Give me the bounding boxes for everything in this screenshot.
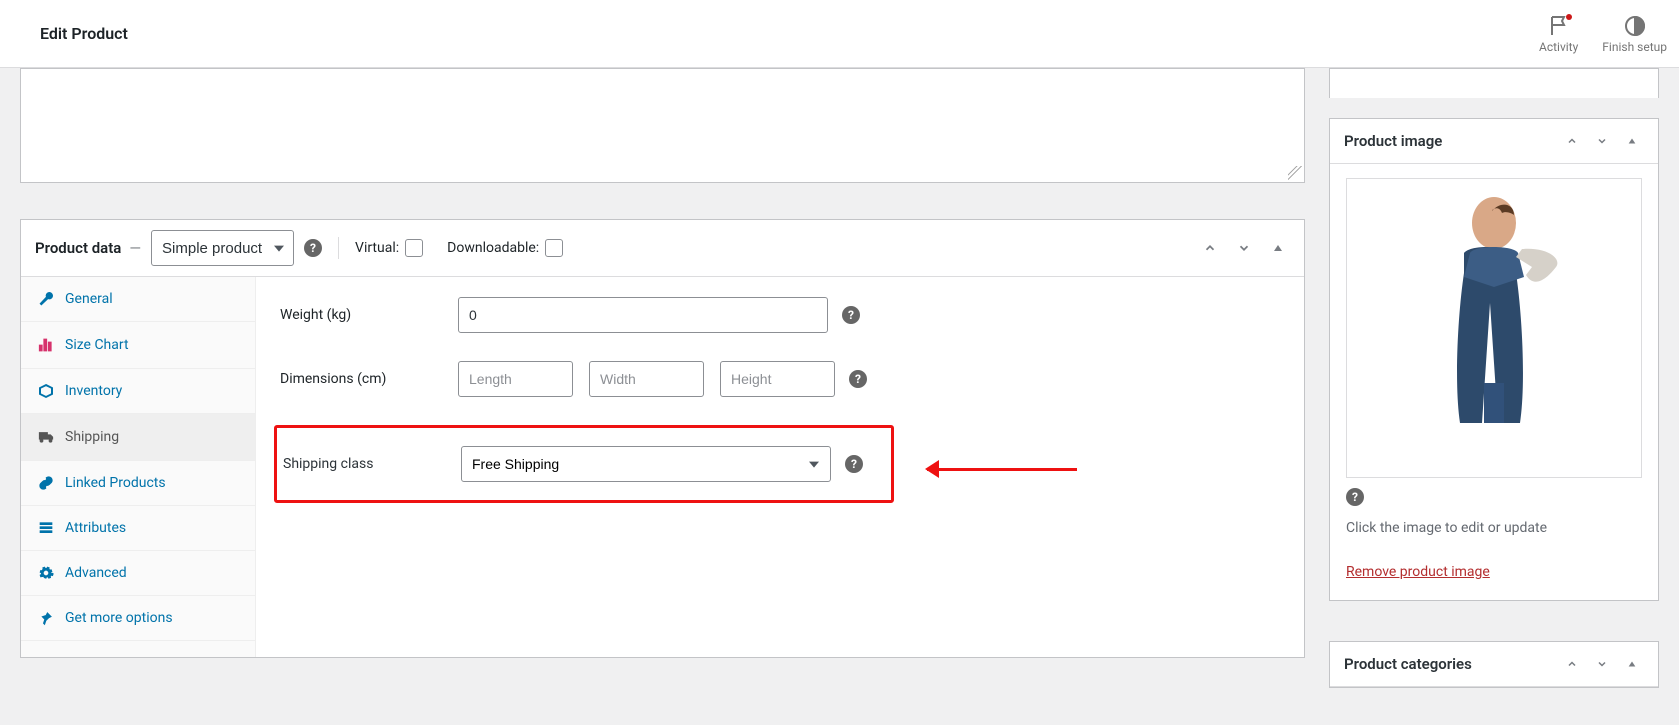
tab-inventory[interactable]: Inventory [21, 369, 255, 414]
divider [338, 237, 339, 259]
virtual-text: Virtual: [355, 240, 399, 256]
product-categories-title: Product categories [1344, 655, 1472, 673]
move-down-button[interactable] [1590, 129, 1614, 153]
product-data-header: Product data — Simple product ? Virtual:… [21, 220, 1304, 277]
half-circle-icon [1623, 14, 1647, 38]
shipping-panel: Weight (kg) ? Dimensions (cm) ? [256, 277, 1304, 657]
dimensions-inputs [458, 361, 835, 397]
panel-toggle-group [1198, 236, 1290, 260]
page-body: Product data — Simple product ? Virtual:… [0, 68, 1679, 708]
product-data-body: General Size Chart Inventory Shipping [21, 277, 1304, 657]
shipping-class-select[interactable]: Free Shipping [461, 446, 831, 482]
width-input[interactable] [589, 361, 704, 397]
shipping-class-highlight: Shipping class Free Shipping ? [274, 425, 894, 503]
tab-general[interactable]: General [21, 277, 255, 322]
help-icon[interactable]: ? [845, 455, 863, 473]
notification-dot [1566, 14, 1572, 20]
downloadable-checkbox[interactable] [545, 239, 563, 257]
gear-icon [37, 565, 55, 581]
dimensions-label: Dimensions (cm) [280, 371, 458, 387]
downloadable-label: Downloadable: [447, 239, 563, 257]
sidebar: Product image [1329, 68, 1659, 688]
tab-advanced-label: Advanced [65, 565, 127, 581]
finish-setup-label: Finish setup [1602, 40, 1667, 54]
product-categories-header: Product categories [1330, 642, 1658, 687]
tab-shipping-label: Shipping [65, 429, 119, 445]
product-image-title: Product image [1344, 132, 1442, 150]
page-title: Edit Product [40, 24, 128, 43]
tab-get-more-label: Get more options [65, 610, 173, 626]
help-icon[interactable]: ? [1346, 488, 1364, 506]
dash-separator: — [129, 239, 141, 257]
downloadable-text: Downloadable: [447, 240, 539, 256]
product-type-select[interactable]: Simple product [151, 230, 294, 266]
weight-input[interactable] [458, 297, 828, 333]
tab-size-chart[interactable]: Size Chart [21, 322, 255, 369]
pin-icon [37, 610, 55, 626]
link-icon [37, 475, 55, 491]
tab-size-chart-label: Size Chart [65, 337, 129, 353]
virtual-label: Virtual: [355, 239, 423, 257]
sidebar-truncated-panel [1329, 68, 1659, 98]
product-image-body: ? Click the image to edit or update Remo… [1330, 164, 1658, 600]
tab-attributes-label: Attributes [65, 520, 126, 536]
product-image-panel: Product image [1329, 118, 1659, 601]
tab-inventory-label: Inventory [65, 383, 122, 399]
product-image[interactable] [1346, 178, 1642, 478]
finish-setup-button[interactable]: Finish setup [1602, 14, 1667, 54]
help-icon[interactable]: ? [849, 370, 867, 388]
panel-toggle-group [1560, 652, 1644, 676]
dimensions-row: Dimensions (cm) ? [280, 361, 1280, 397]
weight-label: Weight (kg) [280, 307, 458, 323]
product-image-header: Product image [1330, 119, 1658, 164]
top-bar: Edit Product Activity Finish setup [0, 0, 1679, 68]
wrench-icon [37, 291, 55, 307]
truck-icon [37, 428, 55, 446]
activity-button[interactable]: Activity [1539, 14, 1578, 54]
tab-linked-products[interactable]: Linked Products [21, 461, 255, 506]
tab-attributes[interactable]: Attributes [21, 506, 255, 551]
tab-advanced[interactable]: Advanced [21, 551, 255, 596]
top-actions: Activity Finish setup [1539, 14, 1667, 54]
shipping-class-label: Shipping class [283, 456, 461, 472]
length-input[interactable] [458, 361, 573, 397]
shipping-class-row: Shipping class Free Shipping ? [277, 446, 891, 482]
move-up-button[interactable] [1560, 129, 1584, 153]
collapse-button[interactable] [1620, 652, 1644, 676]
resize-handle-icon[interactable] [1288, 166, 1302, 180]
move-down-button[interactable] [1232, 236, 1256, 260]
product-data-panel: Product data — Simple product ? Virtual:… [20, 219, 1305, 658]
weight-row: Weight (kg) ? [280, 297, 1280, 333]
description-editor[interactable] [20, 68, 1305, 183]
help-icon[interactable]: ? [304, 239, 322, 257]
tab-general-label: General [65, 291, 113, 307]
product-data-title-text: Product data [35, 239, 121, 257]
height-input[interactable] [720, 361, 835, 397]
collapse-button[interactable] [1620, 129, 1644, 153]
tab-get-more[interactable]: Get more options [21, 596, 255, 641]
panel-toggle-group [1560, 129, 1644, 153]
inventory-icon [37, 383, 55, 399]
virtual-checkbox[interactable] [405, 239, 423, 257]
collapse-button[interactable] [1266, 236, 1290, 260]
list-icon [37, 520, 55, 536]
help-icon[interactable]: ? [842, 306, 860, 324]
product-data-tabs: General Size Chart Inventory Shipping [21, 277, 256, 657]
activity-label: Activity [1539, 40, 1578, 54]
product-image-placeholder-icon [1404, 183, 1584, 473]
product-image-hint: Click the image to edit or update [1346, 520, 1642, 536]
move-up-button[interactable] [1198, 236, 1222, 260]
product-categories-panel: Product categories [1329, 641, 1659, 688]
tab-linked-label: Linked Products [65, 475, 166, 491]
tab-shipping[interactable]: Shipping [21, 414, 255, 461]
annotation-arrow-icon [927, 464, 1097, 474]
move-down-button[interactable] [1590, 652, 1614, 676]
size-chart-icon [37, 336, 55, 354]
main-column: Product data — Simple product ? Virtual:… [20, 68, 1305, 658]
product-data-title: Product data — [35, 239, 141, 257]
remove-product-image-link[interactable]: Remove product image [1346, 564, 1490, 580]
move-up-button[interactable] [1560, 652, 1584, 676]
